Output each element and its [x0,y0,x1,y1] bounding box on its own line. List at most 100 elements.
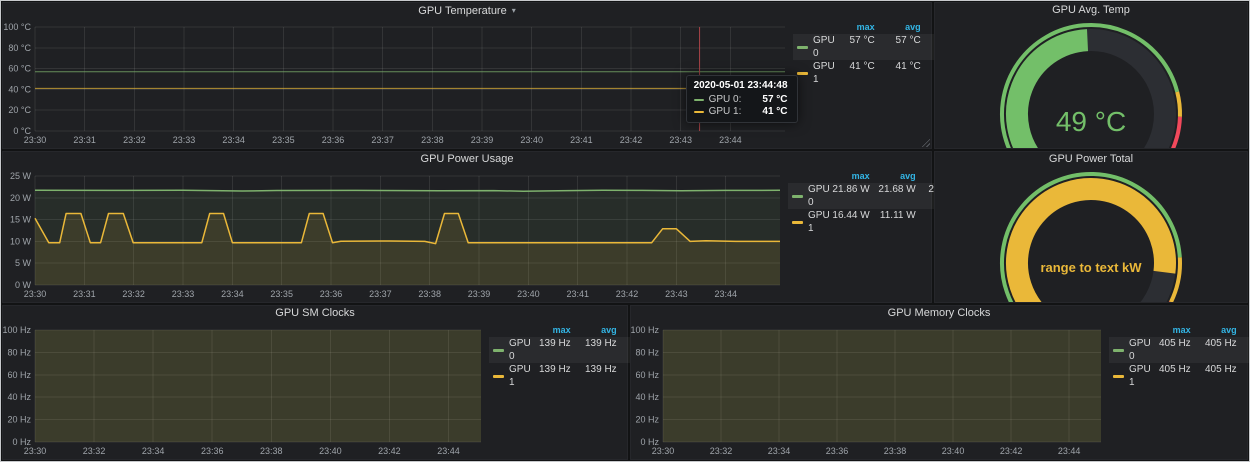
x-axis-tick: 23:31 [73,135,96,145]
tooltip-series-name: GPU 1: [709,106,742,117]
legend-value: 57 °C [835,34,877,60]
legend-series-label: GPU 0 [808,183,830,209]
legend-series-label: GPU 1 [808,209,830,235]
x-axis-tick: 23:44 [714,289,737,299]
x-axis-tick: 23:34 [142,446,165,456]
x-axis-tick: 23:42 [620,135,643,145]
legend-value: 139 Hz [573,337,619,363]
panel-title-gpu-avg-temp[interactable]: GPU Avg. Temp [935,3,1247,19]
legend-header[interactable]: avg [872,170,918,183]
legend-series-label: GPU 1 [1129,363,1151,389]
x-axis-tick: 23:37 [369,289,392,299]
legend-value: 21.86 W [830,183,872,209]
gpu-sm-clocks-chart: 0 Hz20 Hz40 Hz60 Hz80 Hz100 Hz23:3023:32… [3,322,627,459]
x-axis-tick: 23:44 [1058,446,1081,456]
x-axis-tick: 23:39 [468,289,491,299]
gauge-threshold-ring [1177,92,1180,117]
series-fill [35,330,481,442]
panel-title-gpu-power-total[interactable]: GPU Power Total [935,152,1247,168]
x-axis-tick: 23:32 [122,289,145,299]
legend-series-name[interactable]: GPU 0 [793,34,835,60]
legend-spacer [788,170,830,183]
legend-header[interactable]: max [835,21,877,34]
panel-gpu-avg-temp: GPU Avg. Temp 49 °C [934,2,1248,149]
gauge-value: 49 °C [1056,106,1126,137]
gpu-avg-temp-gauge: 49 °C [935,19,1247,148]
legend-series-name[interactable]: GPU 0 [1109,337,1151,363]
panel-title-gpu-power-usage[interactable]: GPU Power Usage [3,152,931,168]
panel-title-gpu-memory-clocks[interactable]: GPU Memory Clocks [631,306,1247,322]
panel-title-gpu-temperature[interactable]: GPU Temperature▾ [3,3,931,19]
legend-value: 405 Hz [1151,363,1193,389]
y-axis-tick: 80 Hz [635,347,659,357]
panel-title-gpu-sm-clocks[interactable]: GPU SM Clocks [3,306,627,322]
y-axis-tick: 100 Hz [631,325,659,335]
gauge-value: range to text kW [1040,260,1142,275]
tooltip-row: GPU 0: 57 °C [694,94,788,105]
legend-series-label: GPU 0 [813,34,835,60]
y-axis-tick: 40 Hz [635,392,659,402]
gpu-temperature-plot[interactable]: 0 °C20 °C40 °C60 °C80 °C100 °C23:3023:31… [3,19,791,148]
panel-title-text: GPU Power Usage [421,153,514,165]
legend-header[interactable]: max [1151,324,1193,337]
gpu-sm-clocks-plot[interactable]: 0 Hz20 Hz40 Hz60 Hz80 Hz100 Hz23:3023:32… [3,322,487,459]
series-color-dash-icon [792,195,803,198]
legend-series-name[interactable]: GPU 1 [489,363,531,389]
tooltip-series-value: 57 °C [762,94,787,105]
legend-value: 139 Hz [573,363,619,389]
legend-series-name[interactable]: GPU 0 [489,337,531,363]
x-axis-tick: 23:38 [421,135,444,145]
panel-gpu-power-total: GPU Power Total range to text kW [934,151,1248,303]
series-color-dash-icon [1113,349,1124,352]
legend-header[interactable]: max [531,324,573,337]
series-color-dash-icon [694,111,704,113]
x-axis-tick: 23:30 [652,446,675,456]
panel-title-text: GPU Avg. Temp [1052,4,1130,16]
y-axis-tick: 80 °C [8,43,31,53]
x-axis-tick: 23:36 [201,446,224,456]
panel-title-text: GPU Power Total [1049,153,1133,165]
legend-series-name[interactable]: GPU 0 [788,183,830,209]
x-axis-tick: 23:32 [83,446,106,456]
gpu-memory-clocks-plot[interactable]: 0 Hz20 Hz40 Hz60 Hz80 Hz100 Hz23:3023:32… [631,322,1107,459]
x-axis-tick: 23:38 [260,446,283,456]
legend-header[interactable]: max [830,170,872,183]
y-axis-tick: 20 Hz [635,415,659,425]
legend-series-label: GPU 0 [509,337,531,363]
gauge-fill [1017,189,1165,302]
y-axis-tick: 20 W [10,193,32,203]
x-axis-tick: 23:40 [942,446,965,456]
panel-title-text: GPU Memory Clocks [888,307,991,319]
legend-value: 405 Hz [1193,337,1239,363]
legend-header[interactable]: avg [877,21,923,34]
tooltip-series-name: GPU 0: [709,94,742,105]
legend-series-name[interactable]: GPU 1 [788,209,830,235]
y-axis-tick: 60 Hz [7,370,31,380]
panel-gpu-sm-clocks: GPU SM Clocks 0 Hz20 Hz40 Hz60 Hz80 Hz10… [2,305,628,460]
legend-series-name[interactable]: GPU 1 [1109,363,1151,389]
tooltip-row: GPU 1:41 °C [694,106,788,117]
gpu-power-usage-plot[interactable]: 0 W5 W10 W15 W20 W25 W23:3023:3123:3223:… [3,168,786,302]
y-axis-tick: 60 °C [8,64,31,74]
legend-header[interactable]: current [1239,324,1250,337]
legend: maxavgcurrentGPU 057 °C57 °C57 °CGPU 141… [793,21,928,86]
x-axis-tick: 23:43 [665,289,688,299]
y-axis-tick: 20 °C [8,105,31,115]
series-color-dash-icon [797,46,808,49]
legend-series-label: GPU 0 [1129,337,1151,363]
legend-header[interactable]: avg [573,324,619,337]
x-axis-tick: 23:33 [172,289,195,299]
legend-value: 41 °C [877,60,923,86]
y-axis-tick: 100 °C [3,22,31,32]
series-color-dash-icon [694,99,704,101]
x-axis-tick: 23:32 [123,135,146,145]
legend-spacer [1109,324,1151,337]
y-axis-tick: 15 W [10,215,32,225]
graph-tooltip: 2020-05-01 23:44:48GPU 0:57 °CGPU 1:41 °… [686,75,798,123]
legend-series-name[interactable]: GPU 1 [793,60,835,86]
series-color-dash-icon [493,349,504,352]
x-axis-tick: 23:34 [221,289,244,299]
y-axis-tick: 20 Hz [7,415,31,425]
legend-header[interactable]: avg [1193,324,1239,337]
series-color-dash-icon [797,72,808,75]
